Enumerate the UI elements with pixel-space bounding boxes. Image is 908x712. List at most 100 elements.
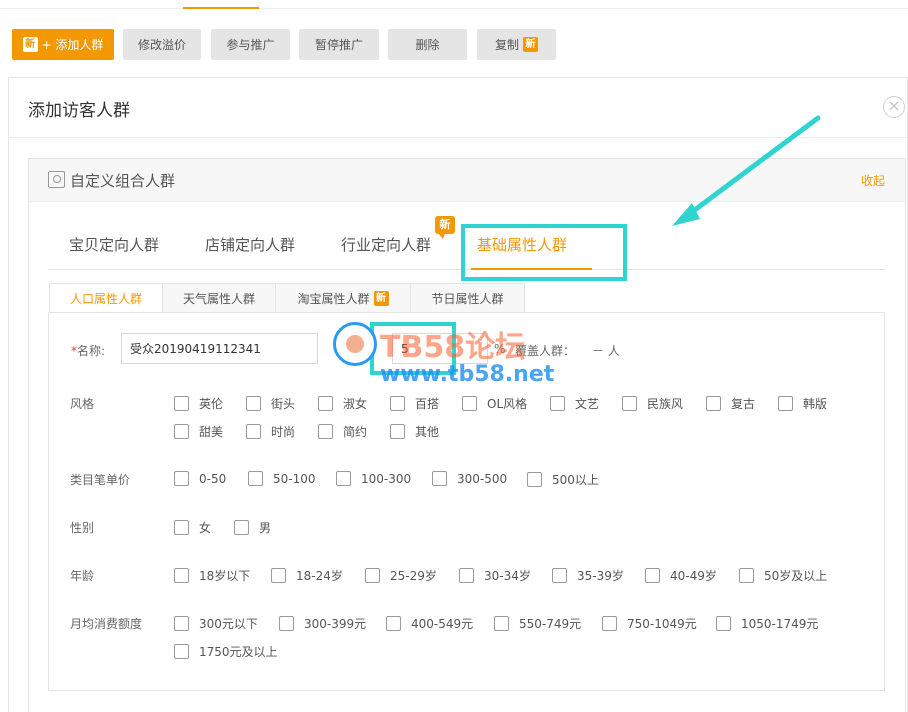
subtab-weather[interactable]: 天气属性人群 [162,283,276,313]
checkbox[interactable] [645,568,660,583]
checkbox[interactable] [494,616,509,631]
checkbox[interactable] [462,396,477,411]
spend-option[interactable]: 400-549元 [386,615,473,632]
style-option[interactable]: 简约 [318,423,367,440]
age-option[interactable]: 25-29岁 [365,567,437,584]
price-option[interactable]: 0-50 [174,471,226,486]
tab-store-targeting[interactable]: 店铺定向人群 [205,234,295,255]
checkbox[interactable] [174,424,189,439]
add-crowd-button[interactable]: 新 + 添加人群 [12,29,114,60]
checkbox[interactable] [279,616,294,631]
pause-promo-button[interactable]: 暂停推广 [299,29,379,60]
age-option[interactable]: 30-34岁 [459,567,531,584]
spend-option[interactable]: 750-1049元 [602,615,697,632]
checkbox[interactable] [778,396,793,411]
checkbox[interactable] [246,396,261,411]
collapse-link[interactable]: 收起 [861,172,885,189]
age-option[interactable]: 50岁及以上 [739,567,827,584]
checkbox[interactable] [174,396,189,411]
spend-label: 月均消费额度 [70,617,143,631]
gender-option[interactable]: 男 [234,519,271,536]
checkbox[interactable] [706,396,721,411]
style-option[interactable]: 韩版 [778,395,827,412]
checkbox[interactable] [550,396,565,411]
checkbox[interactable] [248,471,263,486]
style-option[interactable]: 英伦 [174,395,223,412]
tab-industry-targeting[interactable]: 行业定向人群 [341,234,431,255]
gender-option[interactable]: 女 [174,519,211,536]
close-icon[interactable]: × [883,96,905,118]
price-option[interactable]: 500以上 [527,471,599,488]
spend-option[interactable]: 1750元及以上 [174,643,278,660]
style-option[interactable]: 复古 [706,395,755,412]
age-option[interactable]: 18岁以下 [174,567,250,584]
custom-group-icon [48,171,65,188]
checkbox[interactable] [432,471,447,486]
option-label: 100-300 [361,471,412,486]
checkbox[interactable] [386,616,401,631]
checkbox[interactable] [390,396,405,411]
option-label: OL风格 [487,397,528,411]
checkbox[interactable] [174,644,189,659]
style-option[interactable]: 街头 [246,395,295,412]
spend-option[interactable]: 550-749元 [494,615,581,632]
taobao-new-badge: 新 [373,290,389,306]
style-option[interactable]: 时尚 [246,423,295,440]
style-option[interactable]: 文艺 [550,395,599,412]
tab-item-targeting[interactable]: 宝贝定向人群 [69,234,159,255]
style-option[interactable]: OL风格 [462,395,527,412]
checkbox[interactable] [336,471,351,486]
age-option[interactable]: 40-49岁 [645,567,717,584]
checkbox[interactable] [174,568,189,583]
price-option[interactable]: 300-500 [432,471,507,486]
option-label: 18-24岁 [296,569,343,583]
age-option[interactable]: 18-24岁 [271,567,343,584]
subtab-demographic[interactable]: 人口属性人群 [49,283,163,313]
subtab-weather-label: 天气属性人群 [182,291,255,306]
price-option[interactable]: 50-100 [248,471,316,486]
checkbox[interactable] [602,616,617,631]
checkbox[interactable] [527,472,542,487]
spend-option[interactable]: 300-399元 [279,615,366,632]
subtab-holiday[interactable]: 节日属性人群 [410,283,525,313]
style-option[interactable]: 甜美 [174,423,223,440]
checkbox[interactable] [365,568,380,583]
checkbox[interactable] [716,616,731,631]
option-label: 300元以下 [199,617,258,631]
age-option[interactable]: 35-39岁 [552,567,624,584]
checkbox[interactable] [174,520,189,535]
price-label: 类目笔单价 [70,473,131,487]
subtab-taobao[interactable]: 淘宝属性人群 新 [275,283,411,313]
checkbox[interactable] [234,520,249,535]
subtab-demographic-label: 人口属性人群 [69,291,142,306]
checkbox[interactable] [318,396,333,411]
style-option[interactable]: 其他 [390,423,439,440]
option-label: 50岁及以上 [764,569,828,583]
checkbox[interactable] [174,471,189,486]
checkbox[interactable] [459,568,474,583]
style-option[interactable]: 民族风 [622,395,683,412]
option-label: 复古 [731,397,756,411]
name-input[interactable] [121,333,318,364]
checkbox[interactable] [622,396,637,411]
spend-option[interactable]: 1050-1749元 [716,615,818,632]
join-promo-label: 参与推广 [226,38,275,52]
option-label: 民族风 [647,397,684,411]
modify-premium-button[interactable]: 修改溢价 [123,29,201,60]
style-option[interactable]: 百搭 [390,395,439,412]
copy-new-badge: 新 [523,37,538,52]
copy-button[interactable]: 复制 新 [477,29,556,60]
style-option[interactable]: 淑女 [318,395,367,412]
checkbox[interactable] [246,424,261,439]
price-option[interactable]: 100-300 [336,471,411,486]
checkbox[interactable] [174,616,189,631]
pause-promo-label: 暂停推广 [314,38,363,52]
join-promo-button[interactable]: 参与推广 [211,29,290,60]
checkbox[interactable] [552,568,567,583]
checkbox[interactable] [390,424,405,439]
delete-button[interactable]: 删除 [388,29,467,60]
checkbox[interactable] [271,568,286,583]
checkbox[interactable] [739,568,754,583]
spend-option[interactable]: 300元以下 [174,615,258,632]
checkbox[interactable] [318,424,333,439]
